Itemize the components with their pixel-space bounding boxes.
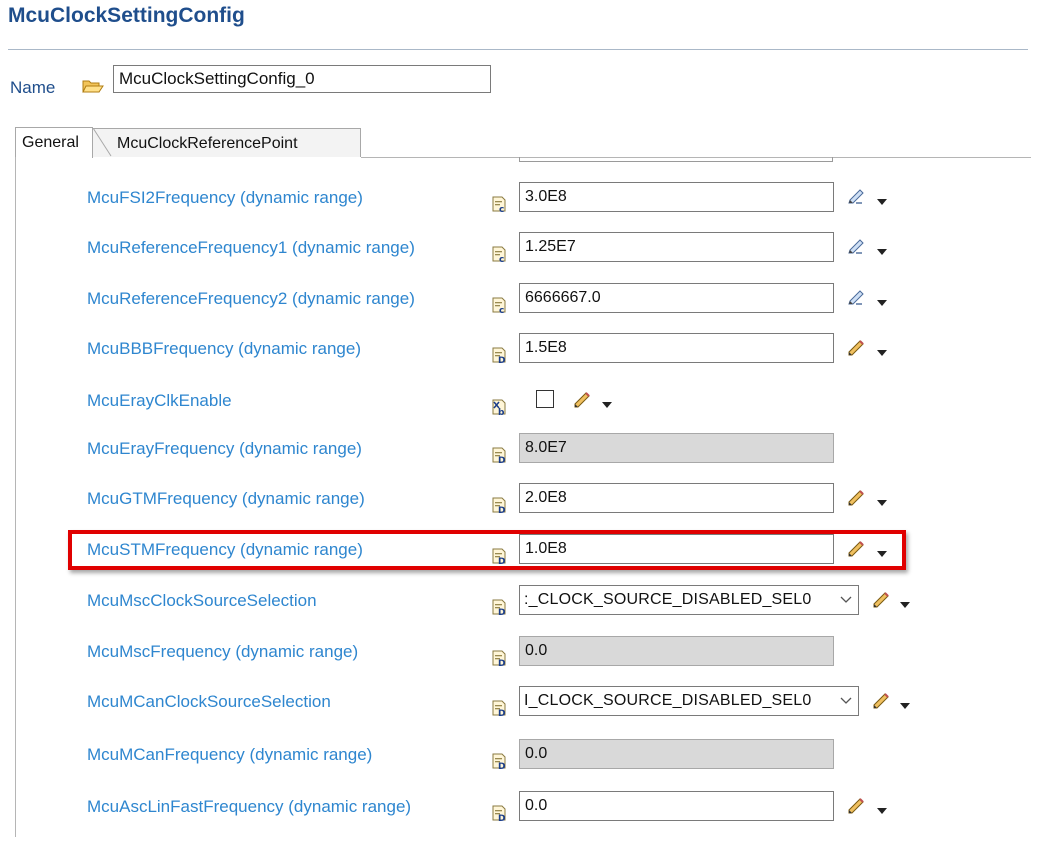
tab-mcu-clock-reference-point[interactable]: McuClockReferencePoint — [93, 128, 361, 157]
select-value: :_CLOCK_SOURCE_DISABLED_SEL0 — [524, 591, 812, 608]
parameter-row: McuReferenceFrequency2 (dynamic range) c 6… — [0, 283, 1038, 333]
svg-text:D: D — [498, 506, 505, 514]
parameter-value-readonly: 8.0E7 — [519, 433, 834, 463]
parameter-row: McuErayClkEnable b — [0, 385, 1038, 435]
parameter-checkbox[interactable] — [536, 390, 554, 408]
chevron-down-icon[interactable] — [834, 687, 858, 715]
parameter-label[interactable]: McuMCanFrequency (dynamic range) — [87, 745, 372, 765]
pencil-icon[interactable] — [847, 339, 865, 357]
svg-text:D: D — [498, 456, 505, 464]
parameter-label[interactable]: McuBBBFrequency (dynamic range) — [87, 339, 361, 359]
parameter-row: McuErayFrequency (dynamic range) D 8.0E7 — [0, 433, 1038, 483]
select-value: I_CLOCK_SOURCE_DISABLED_SEL0 — [524, 692, 812, 709]
svg-text:D: D — [498, 709, 505, 717]
pencil-icon[interactable] — [872, 692, 890, 710]
parameter-row: McuGTMFrequency (dynamic range) D 2.0E8 — [0, 483, 1038, 533]
parameter-label[interactable]: McuErayFrequency (dynamic range) — [87, 439, 362, 459]
dropdown-arrow-icon[interactable] — [877, 193, 887, 205]
svg-text:c: c — [499, 205, 504, 213]
parameter-row: McuMCanFrequency (dynamic range) D 0.0 — [0, 739, 1038, 789]
dropdown-arrow-icon[interactable] — [877, 802, 887, 814]
parameter-label[interactable]: McuGTMFrequency (dynamic range) — [87, 489, 365, 509]
parameter-value-input[interactable]: 0.0 — [519, 791, 834, 821]
parameter-value-readonly: 0.0 — [519, 636, 834, 666]
name-label: Name — [10, 78, 56, 97]
svg-text:D: D — [498, 762, 505, 770]
page-title: McuClockSettingConfig — [8, 4, 245, 27]
edit-calc-icon[interactable] — [847, 188, 865, 206]
float-param-icon: D — [492, 347, 508, 369]
float-param-icon: D — [492, 447, 508, 469]
parameter-select[interactable]: I_CLOCK_SOURCE_DISABLED_SEL0 — [519, 686, 859, 716]
parameter-label[interactable]: McuReferenceFrequency1 (dynamic range) — [87, 238, 415, 258]
dropdown-arrow-icon[interactable] — [877, 243, 887, 255]
calc-param-icon: c — [492, 246, 508, 268]
parameter-row: McuFSI2Frequency (dynamic range) c 3.0E8 — [0, 182, 1038, 232]
parameter-row: McuMscFrequency (dynamic range) D 0.0 — [0, 636, 1038, 686]
parameter-value-readonly: 0.0 — [519, 739, 834, 769]
calc-param-icon: c — [492, 297, 508, 319]
float-param-icon: D — [492, 650, 508, 672]
dropdown-arrow-icon[interactable] — [900, 697, 910, 709]
parameter-value-input[interactable]: 3.0E8 — [519, 182, 834, 212]
dropdown-arrow-icon[interactable] — [900, 596, 910, 608]
dropdown-arrow-icon[interactable] — [877, 494, 887, 506]
parameter-value-input[interactable]: 1.5E8 — [519, 333, 834, 363]
name-input[interactable] — [113, 65, 491, 93]
parameter-label[interactable]: McuMscClockSourceSelection — [87, 591, 317, 611]
dropdown-arrow-icon[interactable] — [602, 396, 612, 408]
svg-text:D: D — [498, 814, 505, 822]
parameter-row: McuMscClockSourceSelection D :_CLOCK_SOURC… — [0, 585, 1038, 635]
parameter-label[interactable]: McuMCanClockSourceSelection — [87, 692, 331, 712]
float-param-icon: D — [492, 805, 508, 827]
parameter-label[interactable]: McuMscFrequency (dynamic range) — [87, 642, 358, 662]
float-param-icon: D — [492, 599, 508, 621]
svg-text:D: D — [498, 608, 505, 616]
edit-calc-icon[interactable] — [847, 289, 865, 307]
parameter-value-input[interactable]: 1.25E7 — [519, 232, 834, 262]
parameter-label[interactable]: McuFSI2Frequency (dynamic range) — [87, 188, 363, 208]
edit-calc-icon[interactable] — [847, 238, 865, 256]
highlight-box — [68, 530, 906, 570]
pencil-icon[interactable] — [847, 797, 865, 815]
parameter-label[interactable]: McuErayClkEnable — [87, 391, 232, 411]
parameter-row: McuReferenceFrequency1 (dynamic range) c 1… — [0, 232, 1038, 282]
scrolled-field-remnant — [519, 157, 833, 162]
pencil-icon[interactable] — [872, 591, 890, 609]
parameter-label[interactable]: McuReferenceFrequency2 (dynamic range) — [87, 289, 415, 309]
parameter-select[interactable]: :_CLOCK_SOURCE_DISABLED_SEL0 — [519, 585, 859, 615]
dropdown-arrow-icon[interactable] — [877, 344, 887, 356]
chevron-down-icon[interactable] — [834, 586, 858, 614]
parameter-value-input[interactable]: 2.0E8 — [519, 483, 834, 513]
bool-param-icon: b — [492, 399, 508, 421]
tab-divider — [93, 128, 112, 157]
svg-text:c: c — [499, 306, 504, 314]
tab-general[interactable]: General — [15, 127, 93, 158]
pencil-icon[interactable] — [847, 489, 865, 507]
dropdown-arrow-icon[interactable] — [877, 294, 887, 306]
title-divider — [8, 49, 1028, 50]
parameter-row: McuBBBFrequency (dynamic range) D 1.5E8 — [0, 333, 1038, 383]
parameter-row: McuAscLinFastFrequency (dynamic range) D 0… — [0, 791, 1038, 841]
svg-text:c: c — [499, 255, 504, 263]
calc-param-icon: c — [492, 196, 508, 218]
float-param-icon: D — [492, 497, 508, 519]
parameter-label[interactable]: McuAscLinFastFrequency (dynamic range) — [87, 797, 411, 817]
svg-text:D: D — [498, 659, 505, 667]
pencil-icon[interactable] — [573, 391, 591, 409]
float-param-icon: D — [492, 700, 508, 722]
folder-icon[interactable] — [82, 78, 104, 99]
svg-text:b: b — [498, 408, 505, 416]
parameter-value-input[interactable]: 6666667.0 — [519, 283, 834, 313]
svg-text:D: D — [498, 356, 505, 364]
parameter-row: McuMCanClockSourceSelection D I_CLOCK_SOUR… — [0, 686, 1038, 736]
float-param-icon: D — [492, 753, 508, 775]
